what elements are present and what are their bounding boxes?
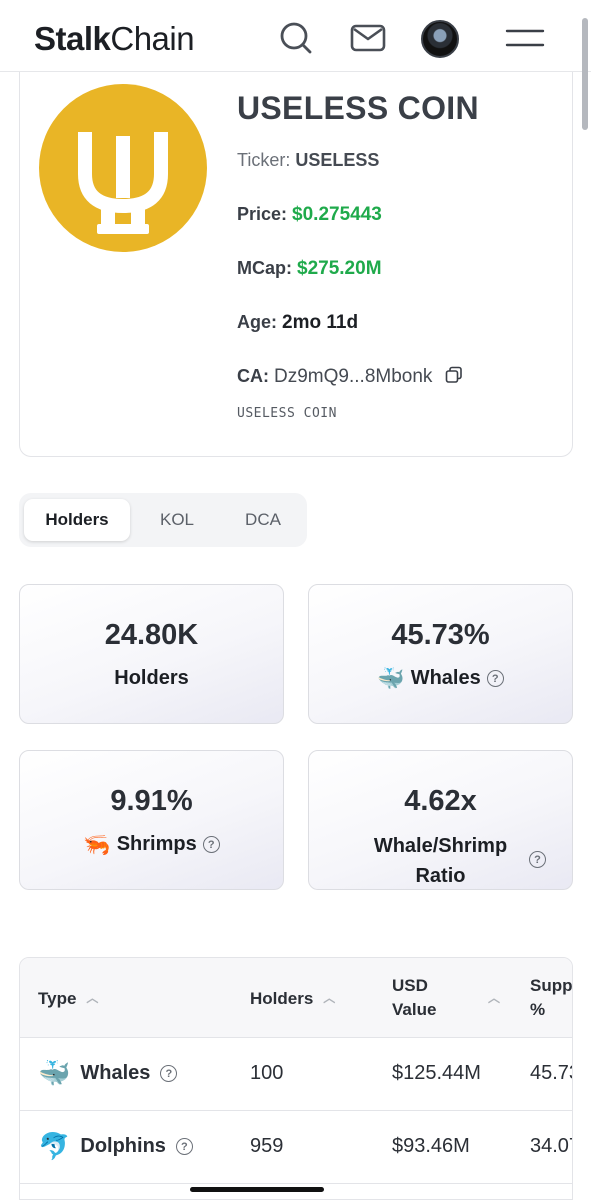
ca-value[interactable]: Dz9mQ9...8Mbonk (274, 366, 432, 387)
mail-icon[interactable] (350, 20, 386, 56)
ticker-value: USELESS (295, 150, 380, 170)
search-icon[interactable] (278, 20, 314, 56)
row-supply: 45.73% (530, 1062, 572, 1084)
brand-logo[interactable]: StalkChain (34, 20, 195, 58)
home-indicator[interactable] (190, 1187, 324, 1192)
table-row[interactable]: 🐬 Dolphins ? 959 $93.46M 34.07% (20, 1111, 572, 1184)
table-header: Type︿ Holders︿ USDValue ︿ Supply% (20, 958, 572, 1038)
tab-holders[interactable]: Holders (24, 499, 130, 541)
whale-icon: 🐳 (38, 1058, 71, 1088)
shrimps-label: 🦐 Shrimps ? (20, 833, 283, 856)
price-value: $0.275443 (292, 204, 382, 225)
holders-table: Type︿ Holders︿ USDValue ︿ Supply% 🐳 Whal… (19, 957, 573, 1200)
age-value: 2mo 11d (282, 312, 359, 333)
stat-card-shrimps: 9.91% 🦐 Shrimps ? (19, 750, 284, 890)
stat-card-ratio: 4.62x Whale/Shrimp Ratio ? (308, 750, 573, 890)
shrimps-percent: 9.91% (110, 785, 193, 817)
tab-kol[interactable]: KOL (137, 499, 217, 541)
table-row[interactable]: 🐳 Whales ? 100 $125.44M 45.73% (20, 1038, 572, 1111)
ticker-row: Ticker: USELESS (237, 150, 379, 171)
col-holders[interactable]: Holders ︿ (250, 986, 335, 1011)
age-row: Age: 2mo 11d (237, 312, 358, 334)
top-nav: StalkChain (0, 0, 591, 130)
user-avatar[interactable] (421, 20, 459, 58)
coin-logo (39, 84, 207, 252)
copy-icon[interactable] (445, 366, 463, 389)
scrollbar-thumb[interactable] (582, 18, 588, 130)
row-type: 🐬 Dolphins ? (38, 1131, 193, 1162)
mcap-row: MCap: $275.20M (237, 258, 382, 280)
whales-percent: 45.73% (391, 619, 490, 651)
holders-count: 24.80K (104, 619, 199, 651)
whale-icon: 🐳 (377, 665, 405, 691)
row-supply: 34.07% (530, 1135, 572, 1157)
col-type[interactable]: Type ︿ (38, 986, 98, 1011)
stat-card-holders: 24.80K Holders (19, 584, 284, 724)
help-icon[interactable]: ? (529, 851, 546, 868)
ratio-label: Whale/Shrimp Ratio ? (309, 831, 572, 891)
price-label: Price: (237, 204, 288, 224)
help-icon[interactable]: ? (486, 670, 504, 687)
help-icon[interactable]: ? (175, 1138, 193, 1155)
dolphin-icon: 🐬 (38, 1131, 71, 1161)
row-type: 🐳 Whales ? (38, 1058, 178, 1089)
ca-label: CA: (237, 366, 269, 386)
row-usd-value: $125.44M (392, 1062, 481, 1084)
ticker-label: Ticker: (237, 150, 291, 170)
mcap-label: MCap: (237, 258, 292, 278)
row-holders: 959 (250, 1135, 284, 1157)
ratio-value: 4.62x (404, 785, 477, 817)
help-icon[interactable]: ? (202, 836, 220, 853)
holders-label: Holders (114, 667, 189, 689)
col-usd-value[interactable]: USD Value ︿ (392, 974, 500, 1022)
menu-icon[interactable] (505, 20, 545, 56)
help-icon[interactable]: ? (160, 1065, 178, 1082)
col-supply[interactable]: Supply% (530, 974, 572, 1022)
row-holders: 100 (250, 1062, 284, 1084)
whales-label: 🐳 Whales ? (309, 667, 572, 690)
tab-dca[interactable]: DCA (223, 499, 303, 541)
age-label: Age: (237, 312, 277, 332)
price-row: Price: $0.275443 (237, 204, 382, 226)
shrimp-icon: 🦐 (83, 831, 111, 857)
token-subtitle: USELESS COIN (237, 406, 337, 421)
row-usd-value: $93.46M (392, 1135, 470, 1157)
token-name: USELESS COIN (237, 90, 479, 126)
contract-address-row: CA: Dz9mQ9...8Mbonk (237, 366, 463, 389)
mcap-value: $275.20M (297, 258, 382, 279)
stat-card-whales: 45.73% 🐳 Whales ? (308, 584, 573, 724)
token-info-card: USELESS COIN Ticker: USELESS Price: $0.2… (19, 72, 573, 457)
holder-tabs: Holders KOL DCA (19, 493, 307, 547)
